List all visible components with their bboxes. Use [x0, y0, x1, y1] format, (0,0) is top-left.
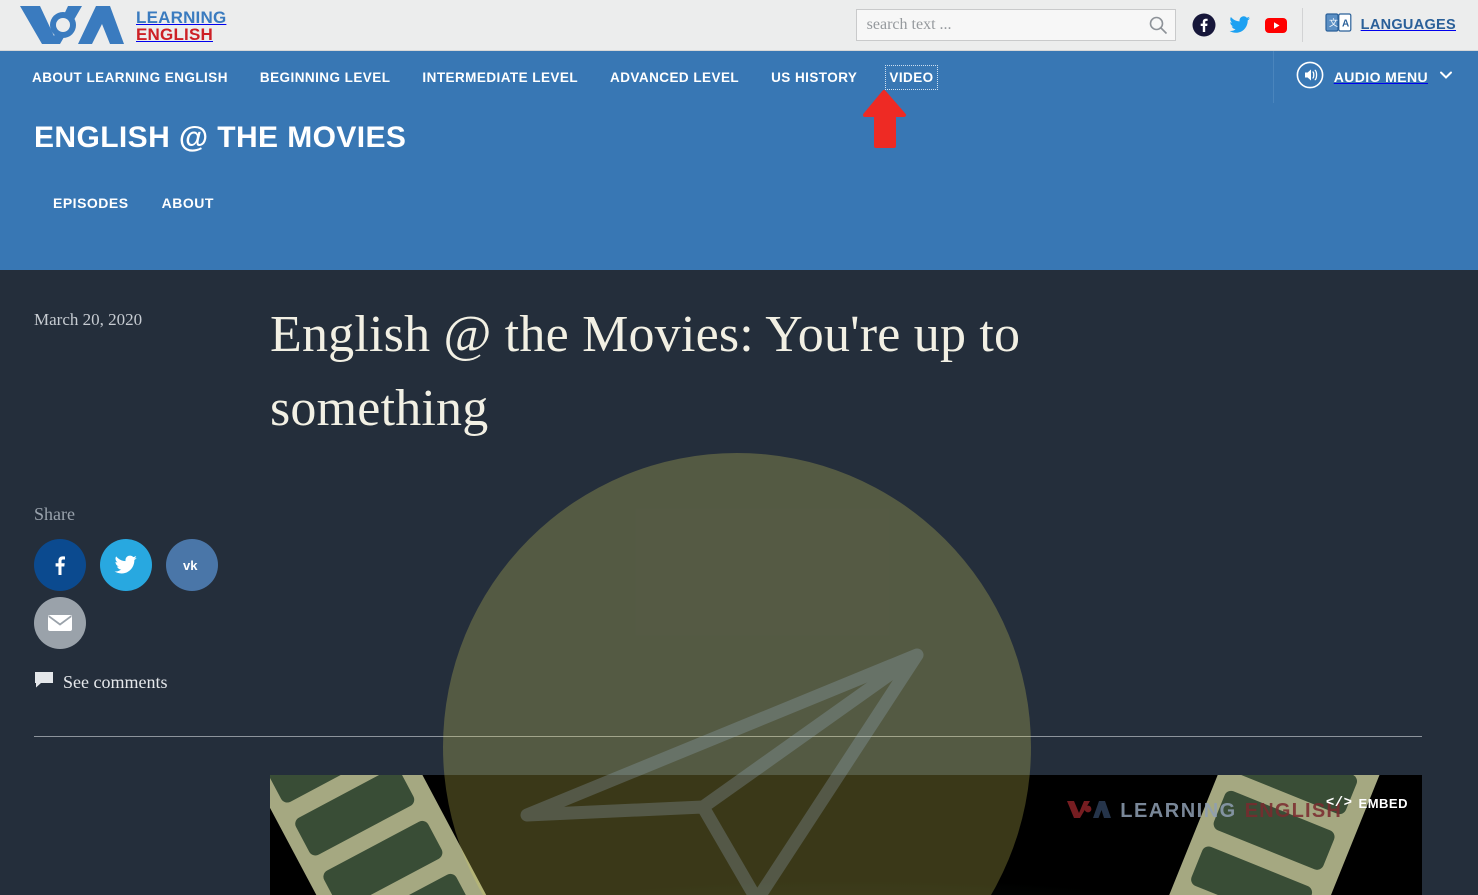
page-title: ENGLISH @ THE MOVIES [34, 121, 407, 154]
article-main: English @ the Movies: You're up to somet… [270, 270, 1478, 693]
audio-menu-button[interactable]: AUDIO MENU [1272, 51, 1478, 103]
search-input[interactable] [855, 9, 1176, 41]
search-icon[interactable] [1148, 15, 1168, 35]
svg-text:vk: vk [183, 558, 198, 573]
watermark-learning-text: LEARNING [1120, 800, 1237, 822]
nav-item-beginning-level[interactable]: BEGINNING LEVEL [258, 67, 393, 88]
see-comments-label: See comments [63, 671, 168, 692]
share-facebook-button[interactable] [34, 539, 86, 591]
svg-text:A: A [1342, 18, 1349, 29]
tab-episodes[interactable]: EPISODES [53, 195, 129, 211]
voa-logo-link[interactable]: LEARNING ENGLISH [0, 4, 226, 46]
share-buttons-row-2 [34, 597, 270, 649]
voa-video-watermark: LEARNING ENGLISH [1066, 799, 1342, 824]
article-columns: March 20, 2020 Share vk See comments Eng… [0, 270, 1478, 693]
social-icon-group [1192, 13, 1288, 37]
languages-book-icon: 文 A [1325, 11, 1352, 40]
nav-item-intermediate-level[interactable]: INTERMEDIATE LEVEL [420, 67, 580, 88]
logo-learning-text: LEARNING [136, 7, 227, 27]
voa-logo-text: LEARNING ENGLISH [136, 8, 226, 43]
main-navigation: ABOUT LEARNING ENGLISH BEGINNING LEVEL I… [0, 51, 1478, 103]
logo-english-text: ENGLISH [136, 24, 213, 44]
svg-text:文: 文 [1329, 17, 1338, 28]
share-label: Share [34, 504, 75, 524]
article-date: March 20, 2020 [34, 310, 143, 329]
languages-label: LANGUAGES [1360, 17, 1456, 33]
nav-item-us-history[interactable]: US HISTORY [769, 67, 859, 88]
audio-menu-label: AUDIO MENU [1333, 69, 1428, 85]
article-headline: English @ the Movies: You're up to somet… [270, 306, 1021, 437]
youtube-icon[interactable] [1264, 13, 1288, 37]
comment-bubble-icon [34, 671, 54, 693]
share-twitter-button[interactable] [100, 539, 152, 591]
nav-item-video[interactable]: VIDEO [885, 64, 938, 90]
video-player[interactable]: LEARNING ENGLISH </> EMBED [270, 775, 1422, 895]
see-comments-link[interactable]: See comments [34, 671, 270, 693]
share-buttons-row-1: vk [34, 539, 270, 591]
article-body: March 20, 2020 Share vk See comments Eng… [0, 270, 1478, 895]
nav-items-group: ABOUT LEARNING ENGLISH BEGINNING LEVEL I… [0, 64, 938, 90]
facebook-icon[interactable] [1192, 13, 1216, 37]
embed-label: EMBED [1358, 795, 1408, 811]
voa-watermark-mark [1066, 799, 1112, 824]
speaker-icon [1296, 61, 1324, 94]
languages-button[interactable]: 文 A LANGUAGES [1303, 0, 1478, 50]
topbar-right-group: 文 A LANGUAGES [855, 0, 1478, 50]
twitter-icon[interactable] [1228, 13, 1252, 37]
tab-about[interactable]: ABOUT [162, 195, 214, 211]
show-header-banner: ENGLISH @ THE MOVIES EPISODES ABOUT [0, 103, 1478, 270]
voa-logo-mark [18, 4, 126, 46]
chevron-down-icon [1438, 67, 1454, 88]
search-box [855, 9, 1176, 41]
embed-button[interactable]: </> EMBED [1326, 795, 1408, 811]
nav-item-about-learning-english[interactable]: ABOUT LEARNING ENGLISH [30, 67, 230, 88]
top-utility-bar: LEARNING ENGLISH search text ... 文 A LAN… [0, 0, 1478, 51]
article-sidebar: March 20, 2020 Share vk See comments [0, 270, 270, 693]
share-email-button[interactable] [34, 597, 86, 649]
article-divider [34, 736, 1422, 737]
nav-item-advanced-level[interactable]: ADVANCED LEVEL [608, 67, 741, 88]
share-vk-button[interactable]: vk [166, 539, 218, 591]
show-tabs: EPISODES ABOUT [0, 195, 1478, 211]
embed-code-icon: </> [1325, 795, 1353, 811]
